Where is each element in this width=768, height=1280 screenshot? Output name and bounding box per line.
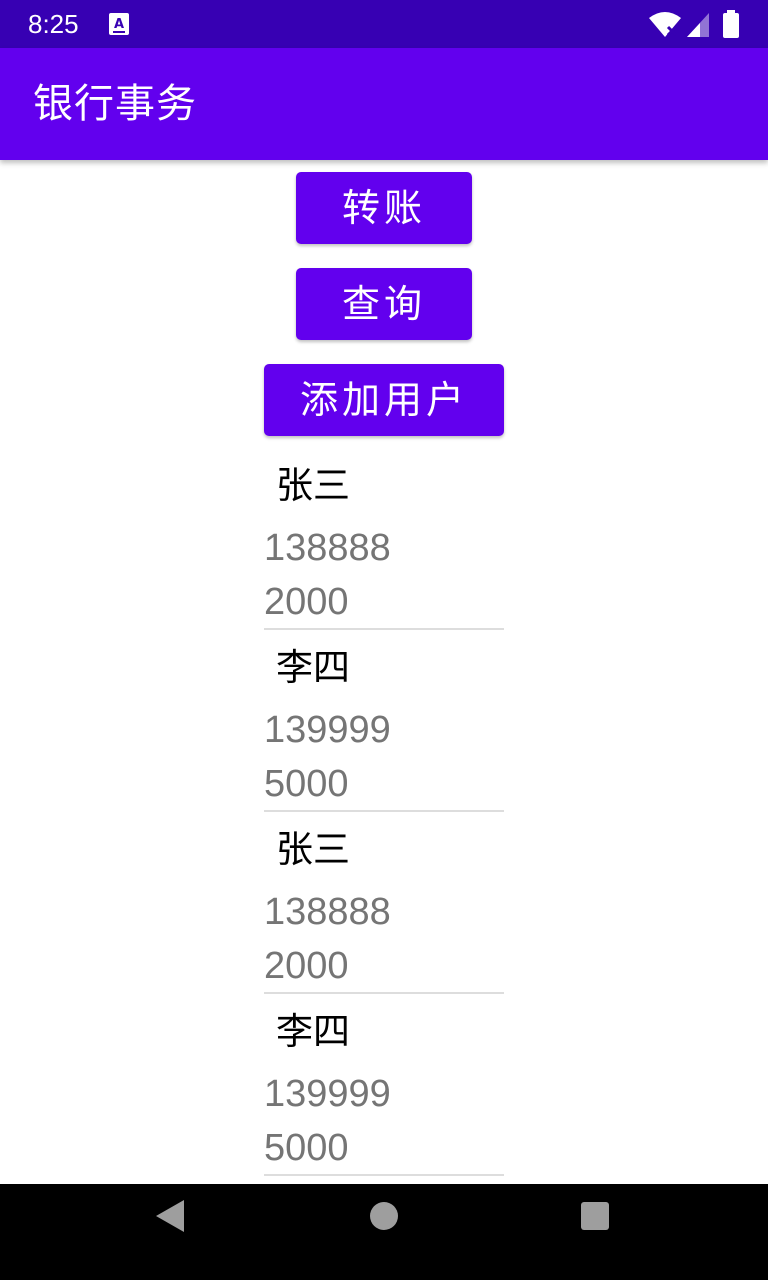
list-divider: [264, 1174, 504, 1176]
query-button[interactable]: 查询: [296, 268, 472, 340]
notification-a-icon: A: [109, 13, 129, 35]
home-icon[interactable]: [368, 1200, 400, 1232]
user-list[interactable]: 张三 138888 2000 李四 139999 5000 张三 138888 …: [264, 456, 504, 1184]
list-item[interactable]: 李四 139999 5000: [264, 638, 504, 820]
user-balance: 2000: [264, 581, 349, 623]
list-divider: [264, 992, 504, 994]
transfer-button[interactable]: 转账: [296, 172, 472, 244]
battery-icon: [723, 10, 739, 38]
user-phone: 139999: [264, 1073, 391, 1115]
svg-text:A: A: [114, 17, 124, 32]
app-title: 银行事务: [33, 81, 197, 127]
signal-icon: [687, 13, 709, 37]
main-content: 转账 查询 添加用户 张三 138888 2000 李四 139999 5000…: [0, 160, 768, 1184]
user-phone: 138888: [264, 891, 391, 933]
app-bar: 银行事务: [0, 48, 768, 160]
navigation-bar: [0, 1184, 768, 1280]
list-item[interactable]: 张三 138888 2000: [264, 456, 504, 638]
status-bar: 8:25 A: [0, 0, 768, 48]
list-item[interactable]: 张三 138888 2000: [264, 820, 504, 1002]
user-name: 张三: [276, 464, 350, 507]
list-divider: [264, 810, 504, 812]
user-name: 张三: [276, 828, 350, 871]
user-balance: 2000: [264, 945, 349, 987]
add-user-button[interactable]: 添加用户: [264, 364, 504, 436]
status-time: 8:25: [28, 9, 79, 39]
recents-icon[interactable]: [580, 1201, 610, 1231]
wifi-icon: [649, 12, 681, 37]
user-name: 李四: [276, 646, 350, 689]
user-name: 李四: [276, 1010, 350, 1053]
back-icon[interactable]: [154, 1198, 190, 1234]
list-divider: [264, 628, 504, 630]
user-balance: 5000: [264, 1127, 349, 1169]
user-phone: 138888: [264, 527, 391, 569]
user-phone: 139999: [264, 709, 391, 751]
list-item[interactable]: 李四 139999 5000: [264, 1002, 504, 1184]
user-balance: 5000: [264, 763, 349, 805]
